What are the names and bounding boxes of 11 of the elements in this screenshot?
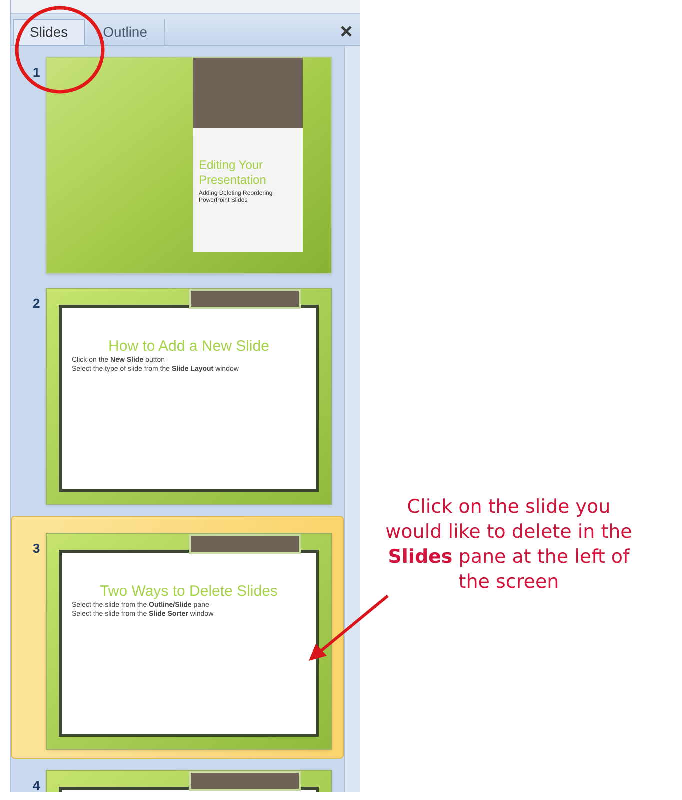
- slide-number: 2: [32, 295, 42, 313]
- slide-title: Two Ways to Delete Slides: [99, 583, 279, 601]
- slide-number: 4: [32, 777, 42, 792]
- slide-row[interactable]: 4: [11, 767, 344, 792]
- pane-tab[interactable]: Outline: [87, 19, 164, 45]
- slide-title: Editing Your Presentation: [199, 158, 268, 188]
- slide-number: 1: [32, 64, 42, 82]
- slide-number: 3: [32, 540, 42, 558]
- annotation-text: Click on the slide you would like to delete in the Slides pane at the left of the screen: [384, 495, 634, 595]
- pane-tab[interactable]: Slides: [13, 19, 86, 45]
- slide-title: How to Add a New Slide: [108, 338, 270, 356]
